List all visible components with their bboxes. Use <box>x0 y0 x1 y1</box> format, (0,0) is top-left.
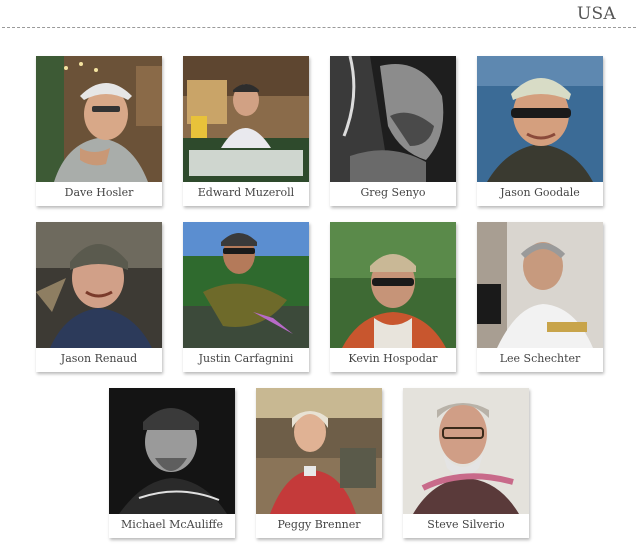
portrait-photo[interactable] <box>109 388 235 514</box>
person-card[interactable]: Edward Muzeroll <box>183 56 309 206</box>
person-card[interactable]: Jason Renaud <box>36 222 162 372</box>
person-card[interactable]: Justin Carfagnini <box>183 222 309 372</box>
portrait-photo[interactable] <box>477 56 603 182</box>
section-header: USA <box>0 0 640 30</box>
person-name[interactable]: Justin Carfagnini <box>183 352 309 365</box>
person-name[interactable]: Peggy Brenner <box>256 518 382 531</box>
person-name[interactable]: Edward Muzeroll <box>183 186 309 199</box>
person-card[interactable]: Jason Goodale <box>477 56 603 206</box>
person-name[interactable]: Jason Renaud <box>36 352 162 365</box>
portrait-photo[interactable] <box>36 222 162 348</box>
section-title: USA <box>576 4 616 24</box>
person-card[interactable]: Kevin Hospodar <box>330 222 456 372</box>
person-name[interactable]: Lee Schechter <box>477 352 603 365</box>
person-name[interactable]: Steve Silverio <box>403 518 529 531</box>
portrait-photo[interactable] <box>330 56 456 182</box>
person-name[interactable]: Michael McAuliffe <box>109 518 235 531</box>
person-name[interactable]: Kevin Hospodar <box>330 352 456 365</box>
portrait-photo[interactable] <box>36 56 162 182</box>
person-card[interactable]: Dave Hosler <box>36 56 162 206</box>
person-name[interactable]: Jason Goodale <box>477 186 603 199</box>
portrait-photo[interactable] <box>183 56 309 182</box>
portrait-photo[interactable] <box>256 388 382 514</box>
person-name[interactable]: Greg Senyo <box>330 186 456 199</box>
person-card[interactable]: Greg Senyo <box>330 56 456 206</box>
person-name[interactable]: Dave Hosler <box>36 186 162 199</box>
portrait-photo[interactable] <box>330 222 456 348</box>
person-card[interactable]: Steve Silverio <box>403 388 529 538</box>
portrait-photo[interactable] <box>183 222 309 348</box>
portrait-photo[interactable] <box>477 222 603 348</box>
person-card[interactable]: Michael McAuliffe <box>109 388 235 538</box>
portrait-photo[interactable] <box>403 388 529 514</box>
person-card[interactable]: Lee Schechter <box>477 222 603 372</box>
dashed-divider <box>2 27 636 28</box>
person-card[interactable]: Peggy Brenner <box>256 388 382 538</box>
